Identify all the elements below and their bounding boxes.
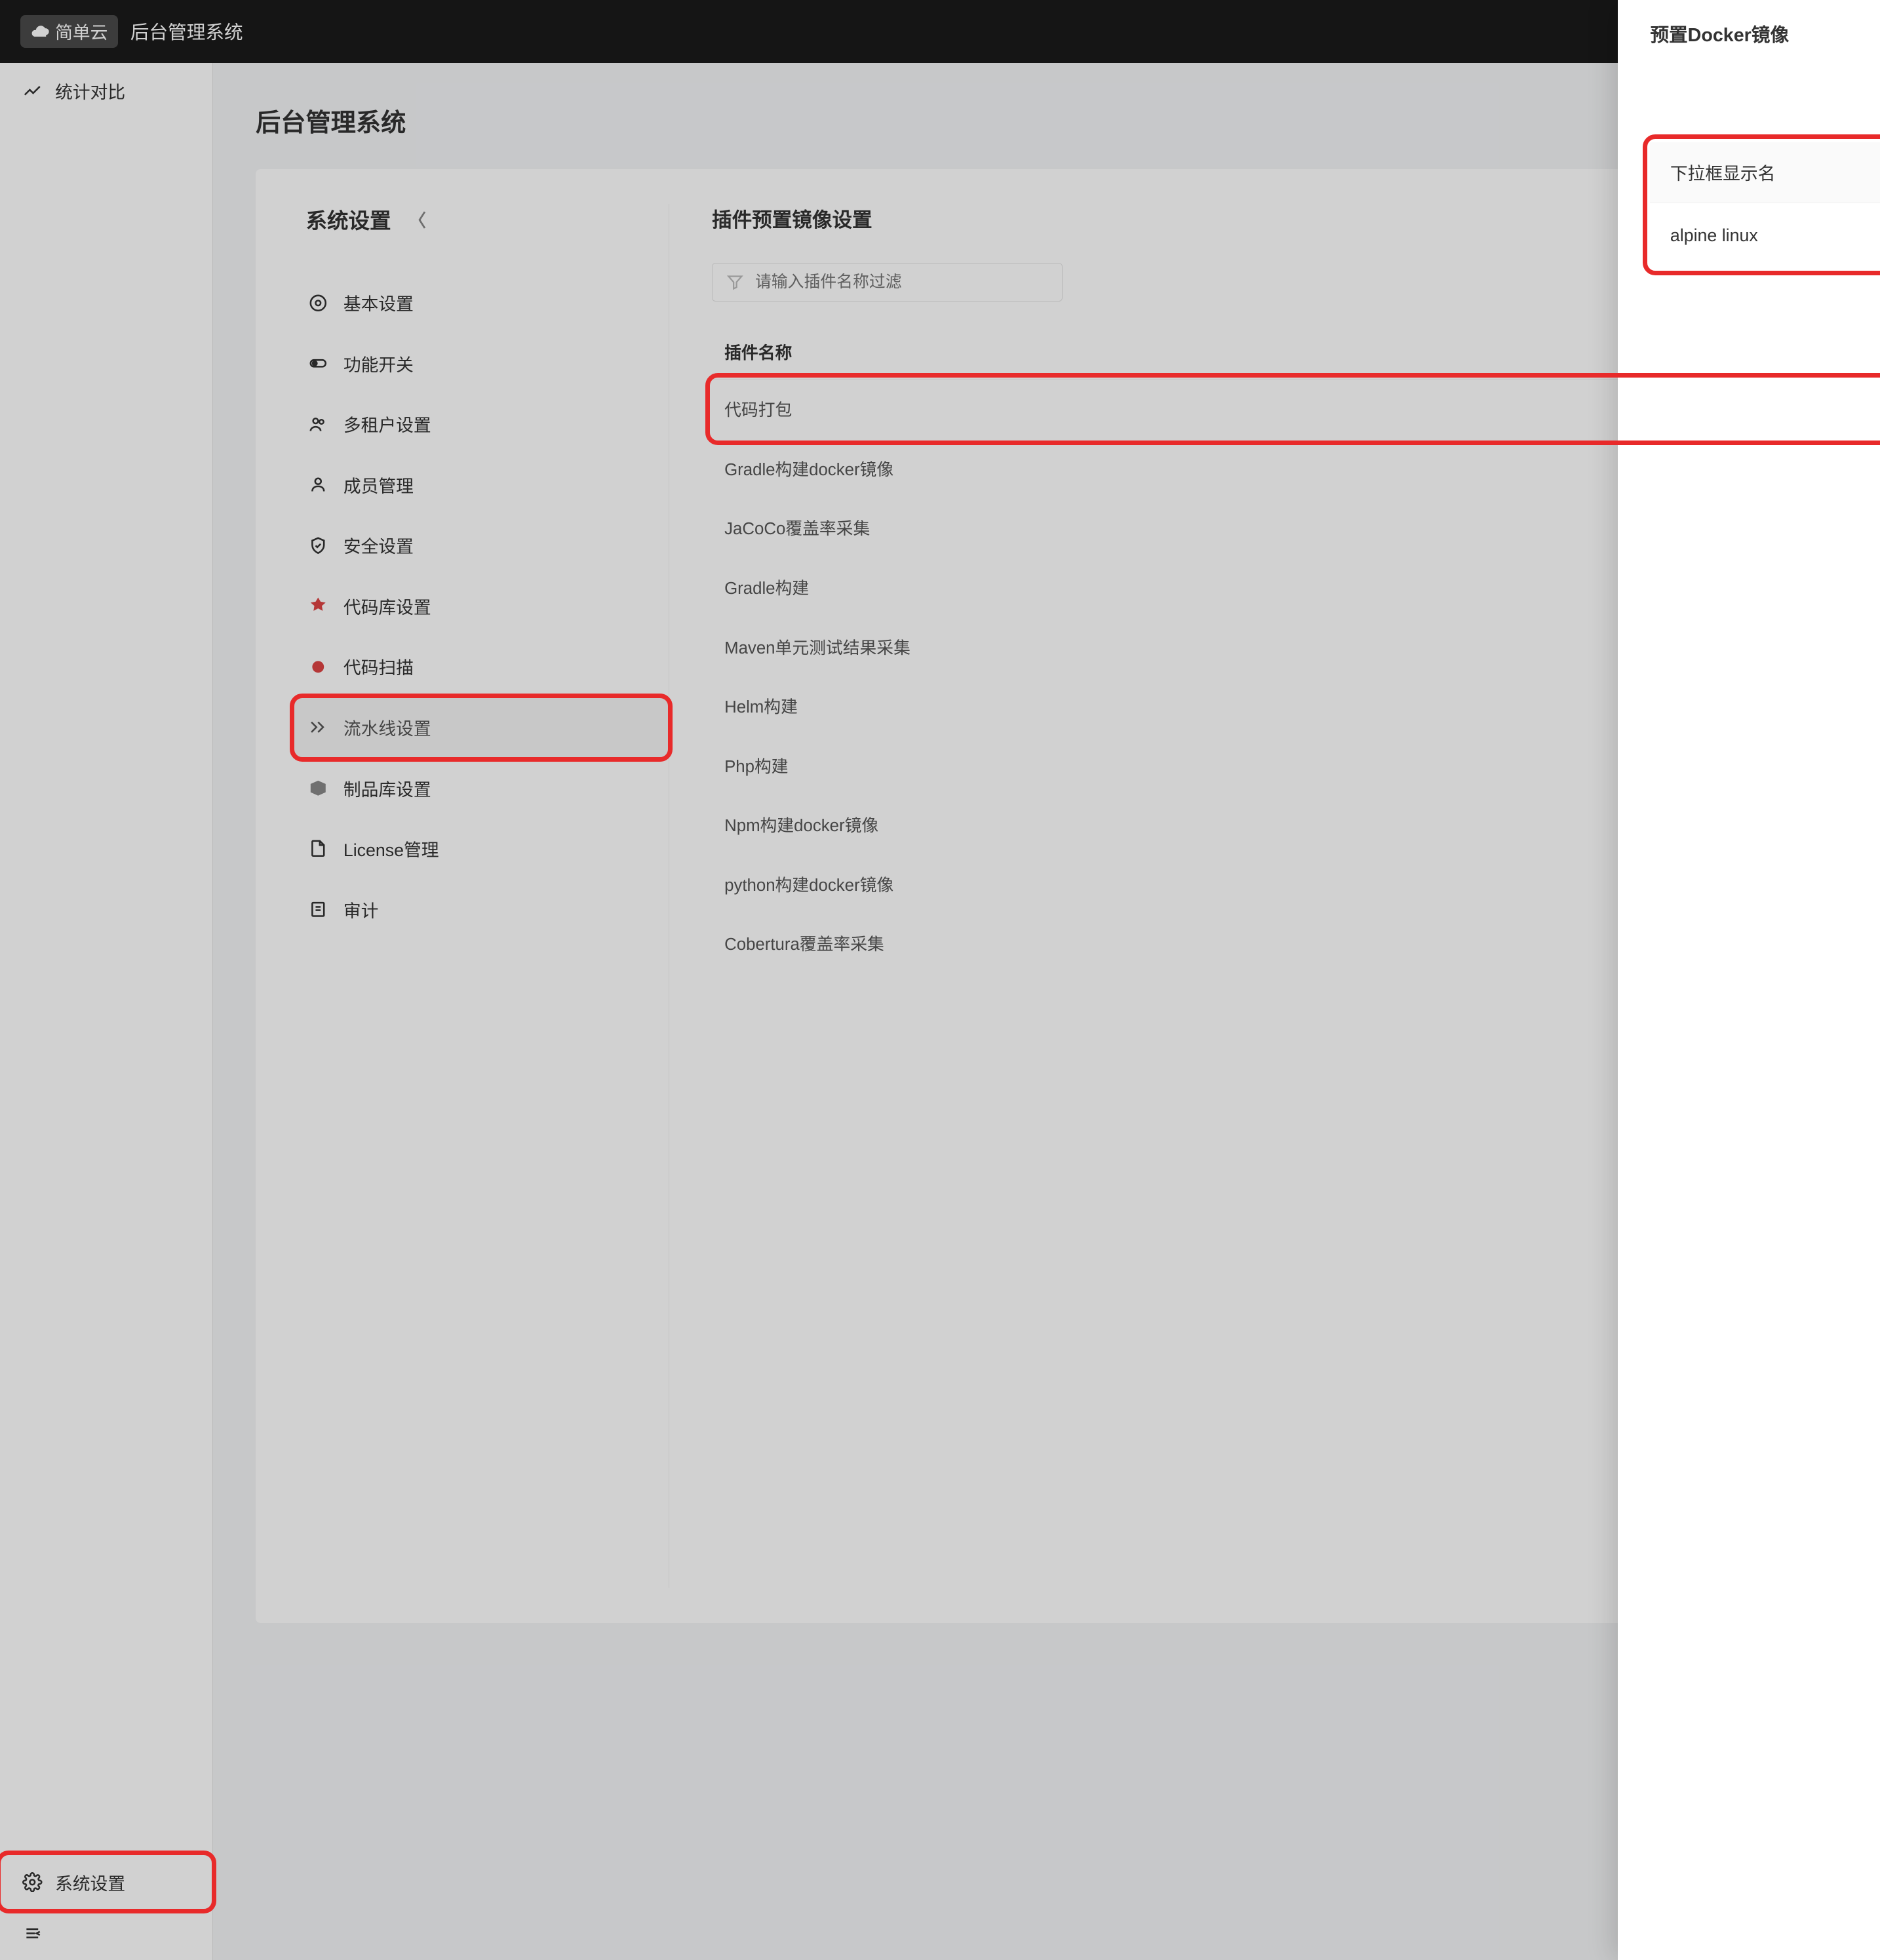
docker-drawer: 预置Docker镜像 添 加 下拉框显示名 镜像名 版本 操作 alpine l… bbox=[1618, 0, 1880, 1960]
docker-row: alpine linuxezone-public/alpine3.12.0 bbox=[1650, 203, 1880, 268]
docker-display: alpine linux bbox=[1650, 203, 1880, 268]
docker-col-display: 下拉框显示名 bbox=[1650, 142, 1880, 203]
modal-dim[interactable] bbox=[0, 0, 1880, 1960]
pagination: 〈 1 〉 bbox=[1650, 301, 1880, 334]
docker-table: 下拉框显示名 镜像名 版本 操作 alpine linuxezone-publi… bbox=[1650, 142, 1880, 268]
drawer-title: 预置Docker镜像 bbox=[1650, 20, 1880, 47]
